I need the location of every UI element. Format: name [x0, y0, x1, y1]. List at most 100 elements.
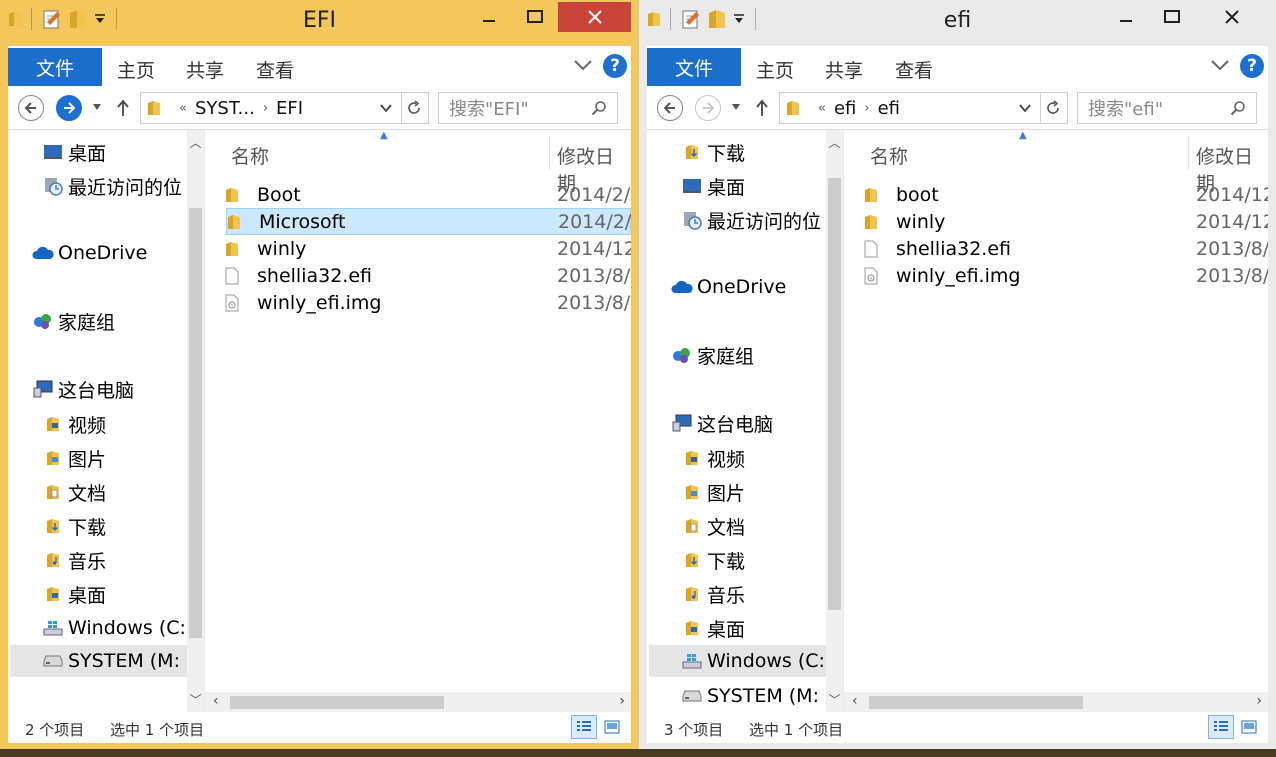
scroll-thumb[interactable] [828, 178, 841, 610]
nav-item-music[interactable]: 音乐 [42, 545, 106, 575]
navigation-pane[interactable]: 桌面 最近访问的位 OneDrive 家庭组 这台电脑 视频 图片 文档 下载 … [8, 130, 204, 712]
breadcrumb-segment[interactable]: EFI [276, 98, 303, 119]
up-arrow-icon[interactable] [116, 99, 130, 117]
new-folder-icon[interactable] [68, 8, 88, 30]
file-row[interactable]: winly_efi.img 2013/8/ [864, 262, 1268, 289]
search-box[interactable]: 搜索"efi" [1077, 92, 1257, 124]
breadcrumb-chevron[interactable]: › [263, 101, 268, 116]
nav-item-desktop[interactable]: 桌面 [681, 171, 745, 201]
breadcrumb-segment[interactable]: efi [834, 98, 856, 119]
nav-scrollbar[interactable]: ︿ ﹀ [826, 130, 843, 712]
nav-item-system-drive[interactable]: SYSTEM (M: [10, 645, 187, 677]
tab-share[interactable]: 共享 [825, 56, 863, 83]
nav-item-this-pc[interactable]: 这台电脑 [32, 374, 134, 404]
search-box[interactable]: 搜索"EFI" [438, 92, 618, 124]
back-button[interactable] [657, 95, 683, 121]
nav-item-pictures[interactable]: 图片 [681, 477, 745, 507]
nav-item-desktop[interactable]: 桌面 [42, 137, 106, 167]
minimize-button[interactable] [466, 2, 512, 32]
scroll-left-icon[interactable]: ‹ [213, 693, 219, 709]
minimize-button[interactable] [1103, 2, 1149, 32]
file-row-selected[interactable]: Microsoft 2014/2/ [226, 208, 631, 235]
details-view-button[interactable] [1208, 715, 1234, 739]
address-overflow[interactable]: « [179, 101, 187, 116]
nav-item-onedrive[interactable]: OneDrive [32, 238, 147, 268]
tab-share[interactable]: 共享 [186, 56, 224, 83]
scroll-down-icon[interactable]: ﹀ [187, 691, 204, 708]
forward-button[interactable] [695, 95, 721, 121]
file-row[interactable]: winly 2014/12 [864, 208, 1268, 235]
column-name[interactable]: 名称 [231, 142, 269, 169]
scroll-thumb[interactable] [230, 696, 444, 709]
close-button[interactable] [558, 2, 631, 32]
nav-item-videos[interactable]: 视频 [42, 409, 106, 439]
nav-item-documents[interactable]: 文档 [42, 477, 106, 507]
expand-ribbon-icon[interactable] [1210, 58, 1230, 72]
large-icons-view-button[interactable] [1236, 715, 1262, 739]
file-row[interactable]: winly 2014/12 [225, 235, 631, 262]
tab-home[interactable]: 主页 [117, 56, 155, 83]
nav-item-recent[interactable]: 最近访问的位 [681, 205, 821, 235]
column-divider[interactable] [549, 136, 550, 170]
address-bar[interactable]: « efi › efi [779, 92, 1041, 124]
nav-item-downloads[interactable]: 下载 [42, 511, 106, 541]
scroll-down-icon[interactable]: ﹀ [826, 691, 843, 708]
breadcrumb-chevron[interactable]: › [864, 101, 869, 116]
maximize-button[interactable] [1149, 2, 1195, 32]
properties-icon[interactable] [41, 8, 63, 30]
nav-item-system-drive[interactable]: SYSTEM (M: [681, 681, 819, 711]
file-list[interactable]: ▲ 名称 修改日期 Boot 2014/2/ Microsoft 2014/2/ w… [204, 130, 631, 712]
file-row[interactable]: Boot 2014/2/ [225, 181, 631, 208]
maximize-button[interactable] [512, 2, 558, 32]
tab-view[interactable]: 查看 [256, 56, 294, 83]
address-dropdown-icon[interactable] [1018, 101, 1032, 115]
file-row[interactable]: shellia32.efi 2013/8/ [864, 235, 1268, 262]
navigation-pane[interactable]: 下载 桌面 最近访问的位 OneDrive 家庭组 这台电脑 视频 图片 文档 … [647, 130, 843, 712]
address-overflow[interactable]: « [818, 101, 826, 116]
explorer-window-efi[interactable]: EFI 文件 主页 共享 查看 ? « SYST... › EFI 搜索"EFI… [0, 0, 639, 749]
properties-icon[interactable] [680, 8, 702, 30]
help-button[interactable]: ? [1240, 54, 1264, 78]
nav-item-documents[interactable]: 文档 [681, 511, 745, 541]
nav-item-music[interactable]: 音乐 [681, 579, 745, 609]
large-icons-view-button[interactable] [599, 715, 625, 739]
scroll-left-icon[interactable]: ‹ [852, 693, 858, 709]
tab-file[interactable]: 文件 [8, 48, 102, 86]
tab-view[interactable]: 查看 [895, 56, 933, 83]
scroll-thumb[interactable] [869, 696, 1083, 709]
nav-item-desktop-2[interactable]: 桌面 [681, 613, 745, 643]
address-bar[interactable]: « SYST... › EFI [140, 92, 402, 124]
nav-item-homegroup[interactable]: 家庭组 [671, 340, 754, 370]
horizontal-scrollbar[interactable]: ‹ › [844, 692, 1268, 712]
column-divider[interactable] [1188, 136, 1189, 170]
recent-locations-icon[interactable] [92, 103, 102, 111]
tab-home[interactable]: 主页 [756, 56, 794, 83]
customize-dropdown-icon[interactable] [732, 12, 746, 26]
explorer-window-efi-2[interactable]: efi 文件 主页 共享 查看 ? « efi › efi 搜索"efi" 下载… [639, 0, 1276, 749]
nav-scrollbar[interactable]: ︿ ﹀ [187, 130, 204, 712]
close-button[interactable] [1195, 2, 1268, 32]
back-button[interactable] [18, 95, 44, 121]
nav-item-pictures[interactable]: 图片 [42, 443, 106, 473]
scroll-right-icon[interactable]: › [619, 693, 625, 709]
nav-item-onedrive[interactable]: OneDrive [671, 272, 786, 302]
refresh-button[interactable] [1038, 92, 1068, 124]
refresh-button[interactable] [399, 92, 429, 124]
breadcrumb-segment[interactable]: SYST... [195, 98, 255, 119]
nav-item-windows-drive[interactable]: Windows (C: [649, 645, 826, 677]
nav-item-recent[interactable]: 最近访问的位 [42, 171, 182, 201]
scroll-thumb[interactable] [189, 208, 202, 638]
tab-file[interactable]: 文件 [647, 48, 741, 86]
new-folder-icon[interactable] [707, 8, 727, 30]
title-bar[interactable]: efi [639, 0, 1276, 46]
help-button[interactable]: ? [603, 54, 627, 78]
scroll-up-icon[interactable]: ︿ [826, 134, 843, 151]
nav-item-downloads-top[interactable]: 下载 [681, 137, 745, 167]
recent-locations-icon[interactable] [731, 103, 741, 111]
title-bar[interactable]: EFI [0, 0, 639, 46]
nav-item-homegroup[interactable]: 家庭组 [32, 306, 115, 336]
nav-item-this-pc[interactable]: 这台电脑 [671, 408, 773, 438]
horizontal-scrollbar[interactable]: ‹ › [205, 692, 631, 712]
address-dropdown-icon[interactable] [379, 101, 393, 115]
file-row[interactable]: shellia32.efi 2013/8/ [225, 262, 631, 289]
